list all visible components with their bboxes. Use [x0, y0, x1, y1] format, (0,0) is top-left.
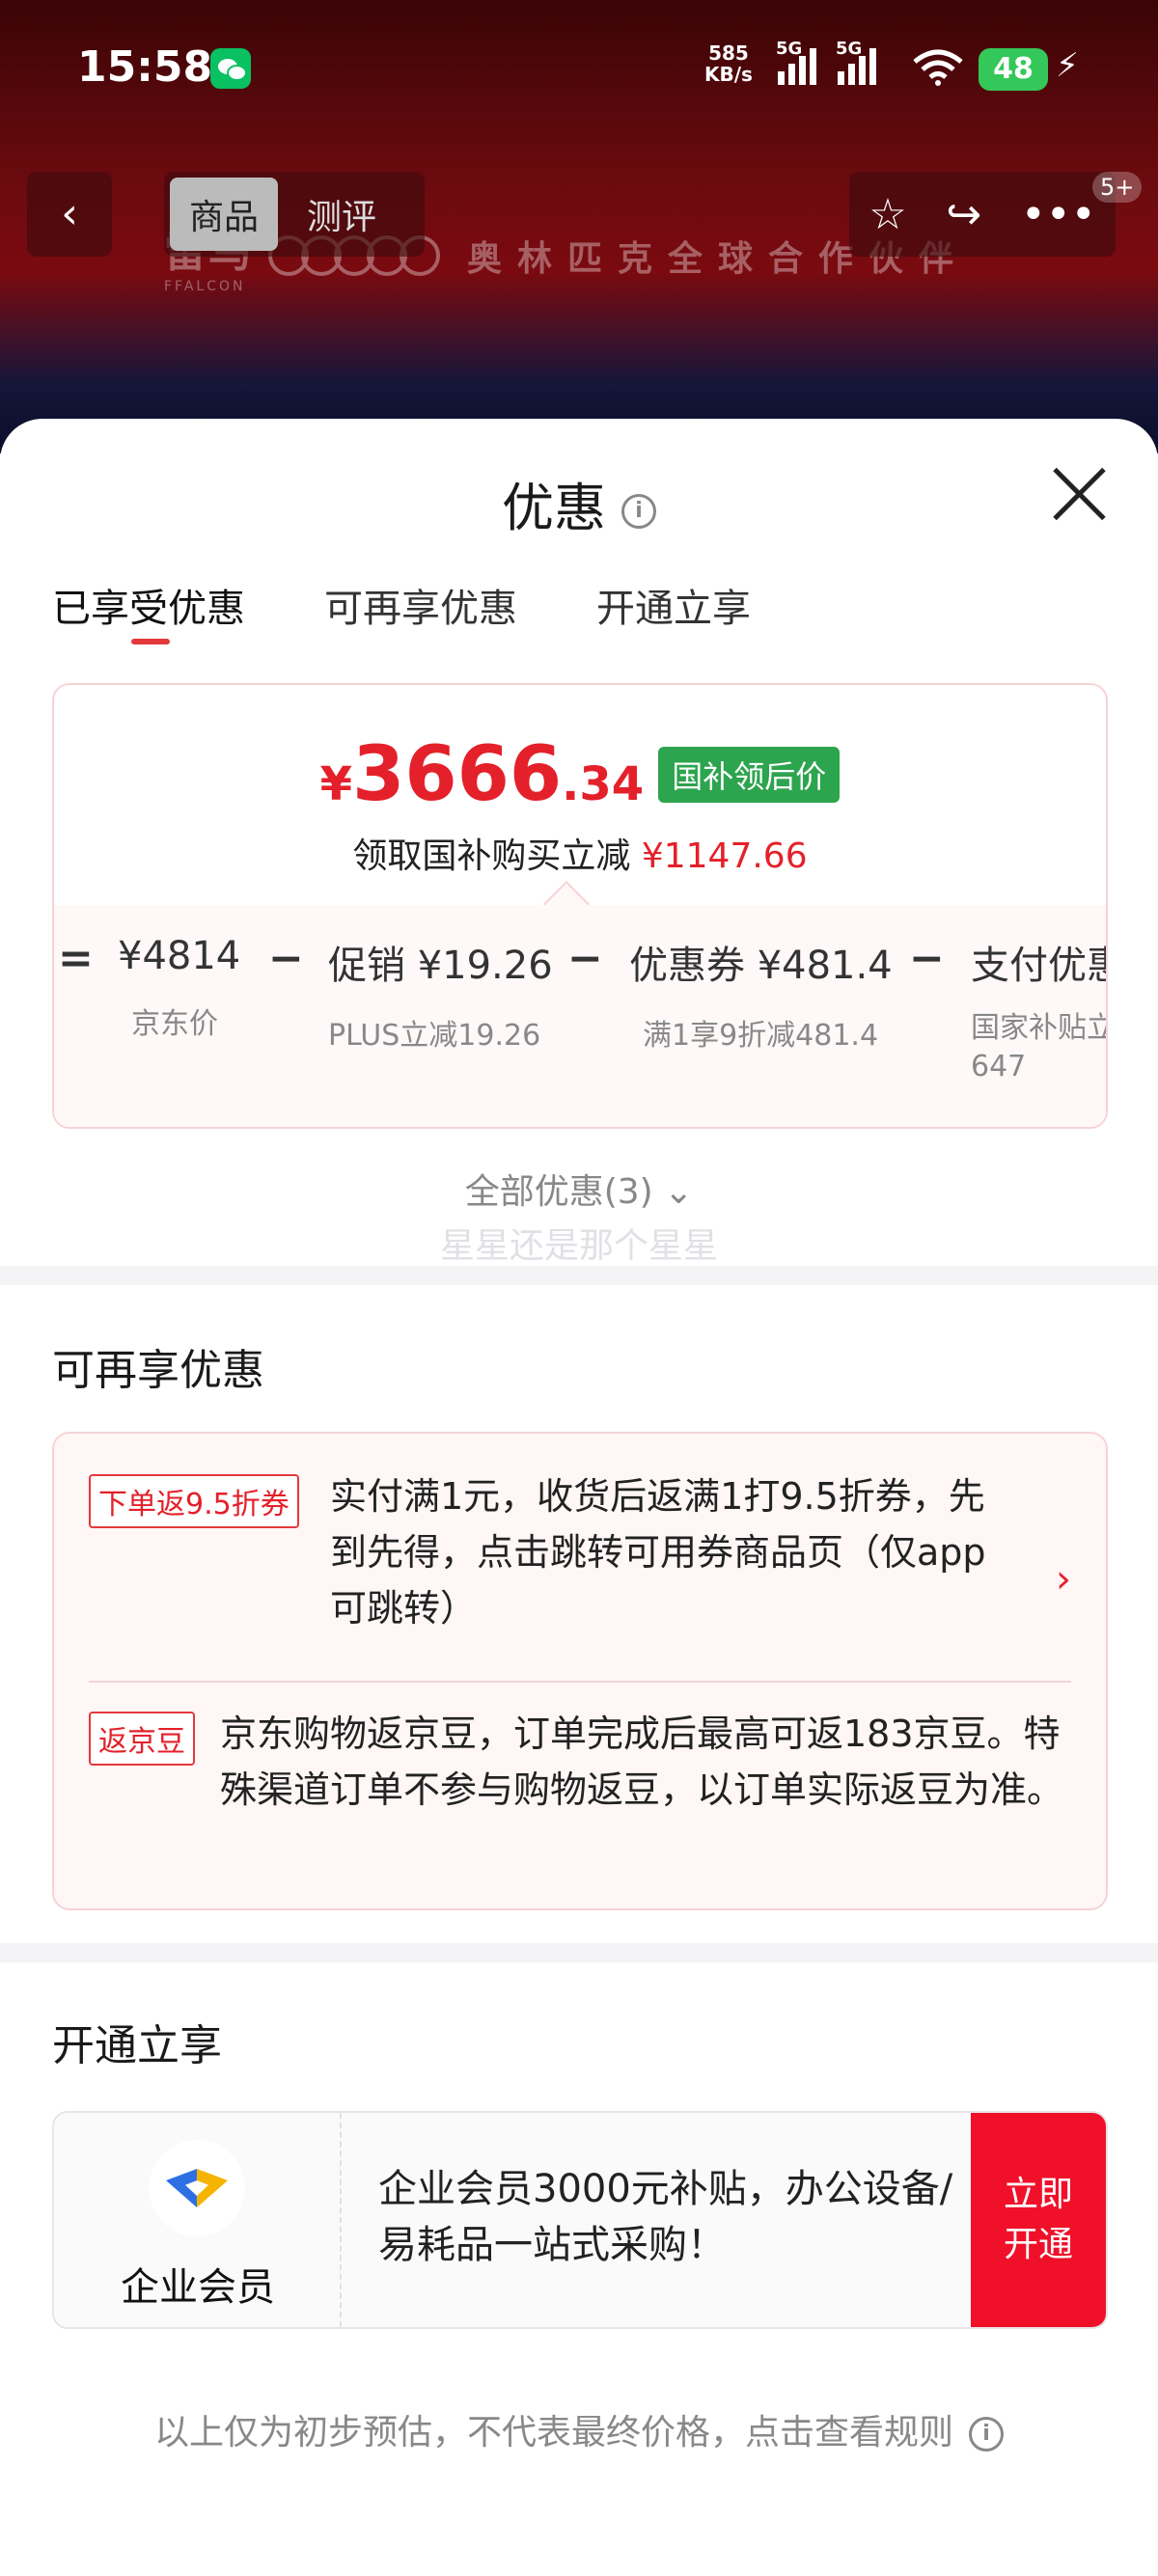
op-minus: −	[567, 934, 603, 983]
enterprise-member-logo-icon	[149, 2140, 245, 2236]
chevron-right-icon: ›	[1056, 1557, 1071, 1602]
open-now-button[interactable]: 立即开通	[971, 2113, 1106, 2327]
promo-item[interactable]: 下单返9.5折券 实付满1元，收货后返满1打9.5折券，先到先得，点击跳转可用券…	[89, 1468, 1071, 1661]
sheet-title-text: 优惠	[502, 478, 606, 538]
op-equals: =	[58, 934, 94, 983]
final-price: ¥3666.34	[319, 731, 645, 818]
status-time: 15:58	[77, 42, 213, 92]
network-speed-unit: KB/s	[704, 63, 753, 86]
network-speed: 585 KB/s	[704, 42, 753, 85]
promo-item: 返京豆 京东购物返京豆，订单完成后最高可返183京豆。特殊渠道订单不参与购物返豆…	[89, 1706, 1071, 1899]
signal-1-icon: 5G	[776, 39, 816, 85]
network-speed-value: 585	[708, 41, 749, 65]
discount-sheet: 优惠 i 已享受优惠 可再享优惠 开通立享 ¥3666.34 国补领后价 领取国补…	[0, 419, 1158, 2576]
op-minus: −	[909, 934, 945, 983]
section-title-more: 可再享优惠	[52, 1346, 264, 1395]
info-icon: i	[969, 2417, 1004, 2452]
tab-review[interactable]: 测评	[288, 178, 396, 251]
tab-more-available[interactable]: 可再享优惠	[324, 577, 517, 633]
promo-tag: 下单返9.5折券	[89, 1474, 299, 1528]
tab-product[interactable]: 商品	[170, 178, 279, 251]
divider	[0, 1943, 1158, 1962]
breakdown-payment: 支付优惠 国家补贴立 647	[971, 944, 1108, 1083]
promo-tag: 返京豆	[89, 1712, 195, 1766]
price-subtitle: 领取国补购买立减 ¥1147.66	[352, 836, 808, 876]
promo-list: 下单返9.5折券 实付满1元，收货后返满1打9.5折券，先到先得，点击跳转可用券…	[52, 1432, 1108, 1910]
wechat-icon	[210, 48, 251, 89]
enterprise-member-card: 企业会员 企业会员3000元补贴，办公设备/易耗品一站式采购！ 立即开通	[52, 2111, 1108, 2329]
op-minus: −	[268, 934, 304, 983]
promo-text: 实付满1元，收货后返满1打9.5折券，先到先得，点击跳转可用券商品页（仅app可…	[330, 1475, 986, 1630]
star-icon[interactable]: ☆	[868, 190, 906, 239]
nav-actions: ☆ ↪ •••	[849, 172, 1116, 257]
signal-2-icon: 5G	[836, 39, 876, 85]
breakdown-jd-price: ¥4814 京东价	[118, 934, 241, 1041]
close-icon[interactable]	[1052, 467, 1106, 521]
disclaimer[interactable]: 以上仅为初步预估，不代表最终价格，点击查看规则 i	[0, 2404, 1158, 2454]
battery-indicator: 48	[979, 48, 1048, 91]
product-tabs: 商品 测评	[164, 172, 425, 257]
member-name: 企业会员	[121, 2265, 275, 2310]
price-badge: 国补领后价	[658, 747, 841, 803]
signal-2-tag: 5G	[836, 39, 863, 59]
divider	[89, 1681, 1071, 1683]
more-icon[interactable]: •••	[1021, 190, 1096, 239]
signal-1-tag: 5G	[776, 39, 803, 59]
watermark: 星星还是那个星星	[439, 1226, 718, 1266]
member-description: 企业会员3000元补贴，办公设备/易耗品一站式采购！	[378, 2167, 953, 2267]
discount-tabs: 已享受优惠 可再享优惠 开通立享	[52, 577, 751, 644]
info-icon[interactable]: i	[621, 494, 656, 530]
sheet-title: 优惠 i	[0, 465, 1158, 541]
back-button[interactable]: ‹	[27, 172, 112, 257]
wifi-icon	[913, 49, 963, 86]
price-breakdown[interactable]: = ¥4814 京东价 − 促销 ¥19.26 PLUS立减19.26 − 优惠…	[54, 905, 1108, 1127]
chevron-down-icon: ⌄	[664, 1172, 694, 1212]
section-title-open: 开通立享	[52, 2021, 222, 2070]
message-badge: 5+	[1092, 172, 1143, 203]
tab-enjoyed[interactable]: 已享受优惠	[52, 577, 245, 644]
brand-sub: FFALCON	[164, 279, 246, 294]
breakdown-promotion: 促销 ¥19.26 PLUS立减19.26	[328, 944, 553, 1053]
promo-text: 京东购物返京豆，订单完成后最高可返183京豆。特殊渠道订单不参与购物返豆，以订单…	[220, 1713, 1064, 1811]
divider	[0, 1266, 1158, 1285]
charging-icon: ⚡	[1056, 46, 1079, 85]
share-icon[interactable]: ↪	[946, 190, 981, 239]
tab-open-to-enjoy[interactable]: 开通立享	[596, 577, 751, 633]
status-bar: 15:58 585 KB/s 5G 5G 48 ⚡	[0, 37, 1158, 104]
price-card: ¥3666.34 国补领后价 领取国补购买立减 ¥1147.66 = ¥4814…	[52, 683, 1108, 1129]
all-coupons-toggle[interactable]: 全部优惠(3) ⌄	[0, 1164, 1158, 1214]
breakdown-coupon: 优惠券 ¥481.4 满1享9折减481.4	[629, 944, 893, 1053]
